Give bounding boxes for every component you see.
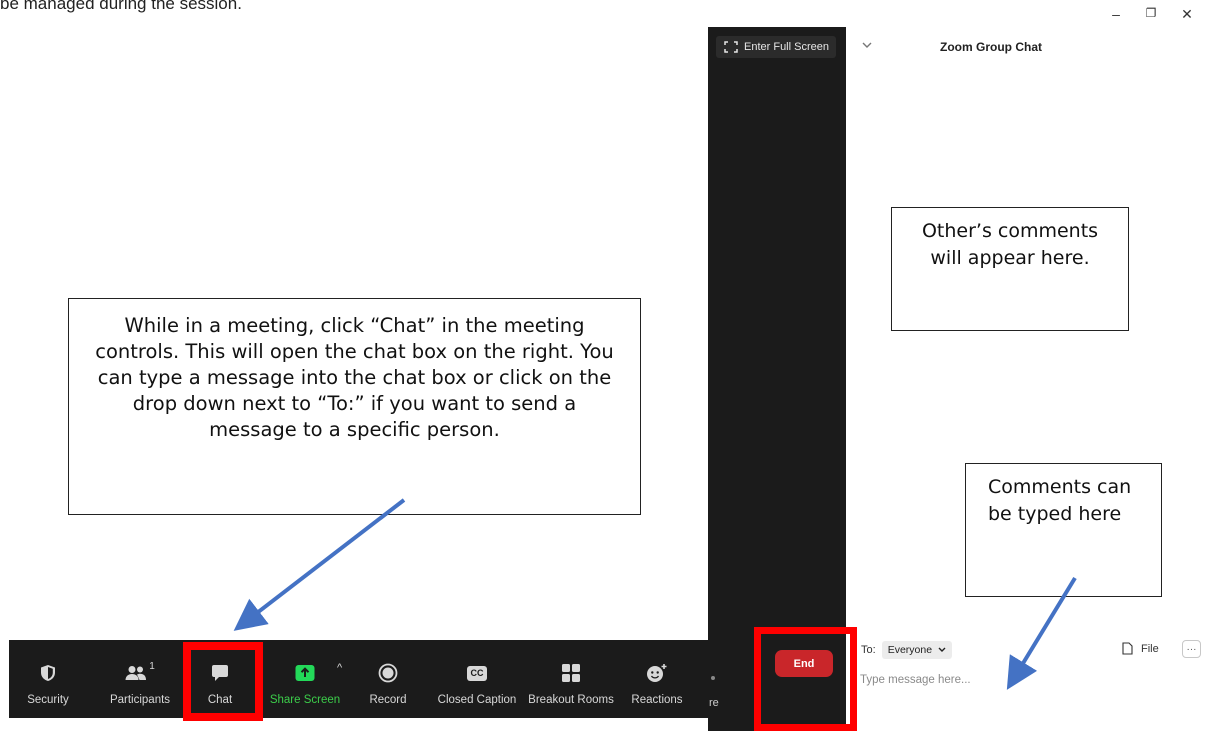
arrow-to-message-input: [1006, 576, 1077, 690]
arrow-to-chat: [233, 498, 406, 631]
annotation-arrows: [233, 498, 1077, 690]
